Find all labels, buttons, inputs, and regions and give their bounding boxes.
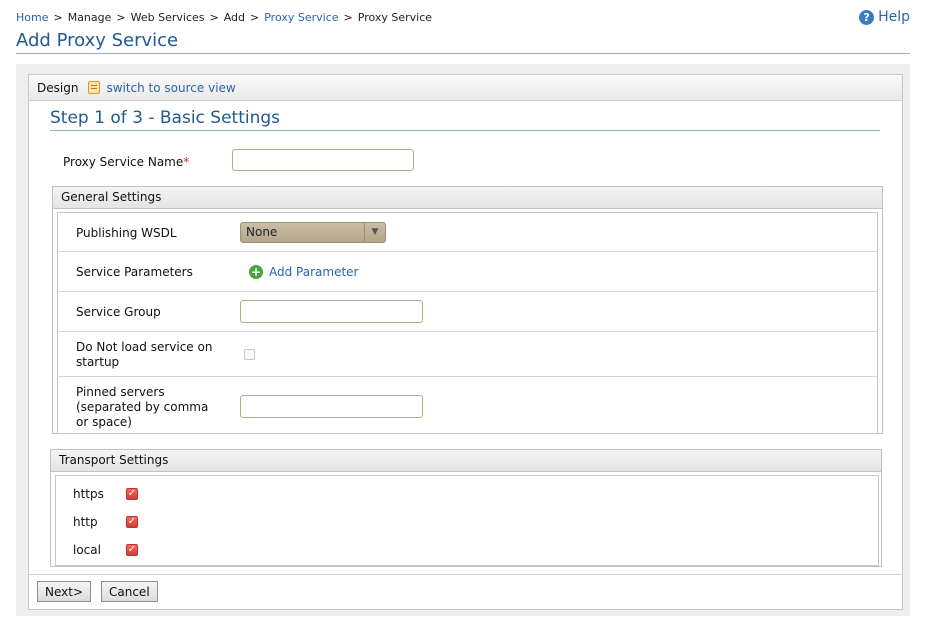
publishing-wsdl-label: Publishing WSDL bbox=[76, 226, 177, 240]
cancel-button[interactable]: Cancel bbox=[101, 581, 158, 602]
pinned-servers-row: Pinned servers (separated by comma or sp… bbox=[58, 377, 877, 433]
breadcrumb-manage: Manage bbox=[67, 11, 112, 24]
service-group-label: Service Group bbox=[76, 305, 161, 319]
breadcrumb-add: Add bbox=[223, 11, 246, 24]
service-parameters-label: Service Parameters bbox=[76, 265, 193, 279]
publishing-wsdl-select[interactable]: None ▼ bbox=[240, 222, 386, 243]
do-not-load-label: Do Not load service on startup bbox=[76, 340, 212, 370]
add-parameter-link[interactable]: + Add Parameter bbox=[249, 265, 358, 279]
page-title: Add Proxy Service bbox=[16, 30, 179, 51]
required-marker: * bbox=[183, 155, 190, 169]
do-not-load-label-line1: Do Not load service on bbox=[76, 340, 213, 354]
plus-circle-icon: + bbox=[249, 265, 263, 279]
transport-http-checkbox[interactable]: ✓ bbox=[126, 516, 138, 528]
next-button[interactable]: Next> bbox=[37, 581, 92, 602]
design-tab[interactable]: Design bbox=[37, 81, 78, 95]
proxy-name-input[interactable] bbox=[232, 149, 414, 171]
editor-toolbar: Design switch to source view bbox=[29, 75, 902, 101]
transport-https-label: https bbox=[73, 487, 104, 501]
footer-divider bbox=[29, 574, 902, 575]
do-not-load-row: Do Not load service on startup bbox=[58, 332, 877, 377]
transport-https-checkbox[interactable]: ✓ bbox=[126, 488, 138, 500]
dropdown-arrow-icon: ▼ bbox=[364, 223, 385, 242]
help-label: Help bbox=[878, 9, 910, 25]
transport-settings-heading: Transport Settings bbox=[51, 450, 881, 472]
publishing-wsdl-selected: None bbox=[246, 225, 278, 239]
pinned-servers-label-line2: (separated by comma bbox=[76, 400, 209, 414]
source-view-icon bbox=[88, 81, 101, 94]
pinned-servers-label-line1: Pinned servers bbox=[76, 385, 165, 399]
breadcrumb-separator: > bbox=[116, 11, 126, 24]
breadcrumb-separator: > bbox=[250, 11, 260, 24]
breadcrumb-separator: > bbox=[53, 11, 63, 24]
service-group-input[interactable] bbox=[240, 300, 423, 323]
proxy-name-label-text: Proxy Service Name bbox=[63, 155, 184, 169]
question-circle-icon: ? bbox=[859, 9, 875, 25]
transport-settings-section: Transport Settings https ✓ http ✓ local … bbox=[50, 449, 882, 567]
breadcrumb-separator: > bbox=[343, 11, 353, 24]
transport-settings-box: https ✓ http ✓ local ✓ bbox=[55, 475, 879, 566]
pinned-servers-input[interactable] bbox=[240, 395, 423, 418]
pinned-servers-label-line3: or space) bbox=[76, 415, 132, 429]
editor-panel: Design switch to source view Step 1 of 3… bbox=[28, 74, 903, 610]
transport-local-checkbox[interactable]: ✓ bbox=[126, 544, 138, 556]
do-not-load-label-line2: startup bbox=[76, 355, 120, 369]
breadcrumb-web-services: Web Services bbox=[130, 11, 205, 24]
breadcrumb-home-link[interactable]: Home bbox=[16, 11, 48, 24]
add-parameter-label: Add Parameter bbox=[269, 265, 359, 279]
service-group-row: Service Group bbox=[58, 292, 877, 332]
do-not-load-checkbox[interactable] bbox=[244, 349, 255, 360]
step-title: Step 1 of 3 - Basic Settings bbox=[50, 108, 281, 128]
help-link[interactable]: ? Help bbox=[859, 9, 910, 25]
transport-local-label: local bbox=[73, 543, 101, 557]
general-settings-section: General Settings Publishing WSDL None ▼ … bbox=[52, 186, 883, 434]
switch-to-source-link[interactable]: switch to source view bbox=[106, 81, 235, 95]
title-divider bbox=[16, 53, 910, 54]
general-settings-table: Publishing WSDL None ▼ Service Parameter… bbox=[57, 212, 878, 434]
service-parameters-row: Service Parameters + Add Parameter bbox=[58, 252, 877, 292]
transport-http-label: http bbox=[73, 515, 98, 529]
general-settings-heading: General Settings bbox=[53, 187, 882, 209]
breadcrumb: Home > Manage > Web Services > Add > Proxy Servi… bbox=[16, 11, 432, 24]
publishing-wsdl-row: Publishing WSDL None ▼ bbox=[58, 213, 877, 252]
breadcrumb-separator: > bbox=[209, 11, 219, 24]
pinned-servers-label: Pinned servers (separated by comma or sp… bbox=[76, 385, 208, 430]
breadcrumb-proxy-service-link[interactable]: Proxy Service bbox=[264, 11, 338, 24]
step-divider bbox=[50, 130, 880, 131]
proxy-name-label: Proxy Service Name* bbox=[63, 155, 189, 169]
breadcrumb-current: Proxy Service bbox=[357, 11, 433, 24]
